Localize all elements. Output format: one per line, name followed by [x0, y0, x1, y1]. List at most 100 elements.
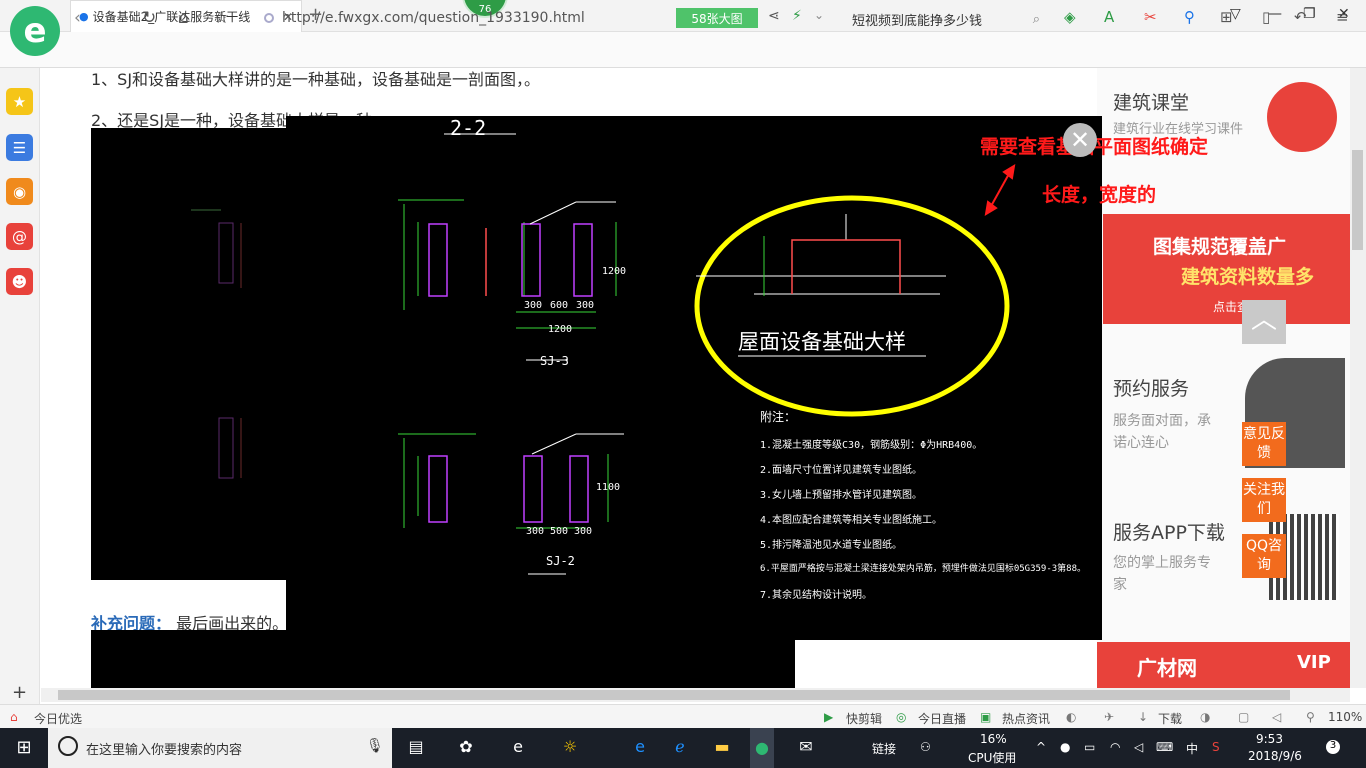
sj2-columns	[428, 455, 589, 523]
big-image-button[interactable]: 58张大图	[676, 8, 758, 28]
qq-consult-button[interactable]: QQ咨询	[1242, 534, 1286, 578]
status-bar: ⌂ 今日优选 ▶ 快剪辑 ◎ 今日直播 ▣ 热点资讯 ◐ ✈ ↓ 下载 ◑ ▢ …	[0, 704, 1366, 728]
keyboard-icon[interactable]: ⌨	[1156, 740, 1173, 754]
back-to-top-icon[interactable]: ︿	[1242, 300, 1286, 344]
service-title[interactable]: 预约服务	[1113, 374, 1189, 401]
links-label[interactable]: 链接	[872, 740, 896, 757]
viewer-close-icon[interactable]: ✕	[1063, 123, 1097, 157]
magnifier-icon[interactable]: ⚲	[1184, 8, 1195, 26]
app-title[interactable]: 服务APP下载	[1113, 518, 1225, 545]
status-item-4[interactable]: 下载	[1158, 710, 1182, 727]
forward-icon[interactable]: ›	[108, 8, 115, 28]
lightning-icon[interactable]: ⚡	[792, 8, 802, 24]
fan-app-icon[interactable]: ✿	[454, 737, 478, 759]
browser-e-icon[interactable]: e	[506, 737, 530, 759]
course-title[interactable]: 建筑课堂	[1113, 88, 1189, 115]
feedback-button[interactable]: 意见反馈	[1242, 422, 1286, 466]
edge-icon[interactable]: e	[628, 737, 652, 759]
mail-icon[interactable]: @	[6, 223, 33, 250]
task-view-icon[interactable]: ▤	[404, 737, 428, 759]
horizontal-scroll-thumb[interactable]	[58, 690, 1290, 700]
clock-time[interactable]: 9:53	[1256, 732, 1283, 746]
ad-line-1: 图集规范覆盖广	[1153, 236, 1287, 258]
search-input[interactable]: 短视频到底能挣多少钱 ⌕	[852, 8, 1040, 30]
taskbar-search[interactable]: 在这里输入你要搜索的内容 🎙	[48, 728, 392, 768]
chevron-down-icon[interactable]: ⌄	[814, 8, 824, 22]
sj3-dim-3: 300	[576, 300, 595, 311]
search-icon[interactable]: ⌕	[1033, 12, 1040, 27]
share-icon[interactable]: ⋖	[768, 8, 780, 24]
mail-app-icon[interactable]: ✉	[794, 737, 818, 759]
weather-app-icon[interactable]: ☼	[558, 737, 582, 759]
home-icon[interactable]: ⌂	[178, 8, 189, 28]
wifi-icon[interactable]: ◠	[1110, 740, 1120, 754]
sj2-dim-2: 500	[550, 526, 569, 537]
image-viewer[interactable]: 2-2 SJ-3 SJ-2 300 600 300 1200 1200 300 …	[286, 116, 1102, 640]
battery-icon[interactable]: ▭	[1084, 740, 1095, 754]
gcw-ad-vip: VIP	[1297, 652, 1331, 673]
sj2-dim-1: 300	[526, 526, 545, 537]
favorite-star-icon[interactable]: ☆	[214, 8, 229, 28]
status-item-1[interactable]: 快剪辑	[846, 710, 882, 727]
tray-chevron-icon[interactable]: ^	[1036, 740, 1046, 754]
folder-icon[interactable]: ▬	[710, 737, 734, 759]
refresh-icon[interactable]: ↻	[142, 8, 156, 28]
course-logo-icon	[1267, 82, 1337, 152]
live-icon: ◎	[896, 710, 907, 724]
undo-icon[interactable]: ↶	[1294, 8, 1307, 26]
follow-us-button[interactable]: 关注我们	[1242, 478, 1286, 522]
back-icon[interactable]: ‹	[74, 8, 81, 28]
menu-icon[interactable]: ≡	[1336, 8, 1349, 26]
taskbar-search-placeholder: 在这里输入你要搜索的内容	[86, 742, 243, 758]
sj2-label: SJ-2	[546, 554, 575, 568]
window-icon[interactable]: ▢	[1238, 710, 1249, 724]
drawing-thumb-svg	[191, 209, 242, 479]
browser-logo-icon[interactable]: e	[10, 6, 60, 56]
translate-icon[interactable]: A	[1104, 8, 1114, 26]
attached-drawing-image[interactable]	[91, 128, 291, 580]
status-item-2[interactable]: 今日直播	[918, 710, 966, 727]
status-icon-a[interactable]: ◐	[1066, 710, 1076, 724]
clock-date[interactable]: 2018/9/6	[1248, 749, 1302, 763]
resource-ad-banner[interactable]: 图集规范覆盖广 建筑资料数量多 点击查看	[1103, 214, 1350, 324]
gcw-ad-banner[interactable]: 广材网 VIP	[1097, 642, 1350, 688]
reading-mode-icon[interactable]: ▯	[1262, 8, 1270, 26]
ie-icon[interactable]: ℯ	[668, 737, 692, 759]
zoom-level[interactable]: 110%	[1328, 710, 1362, 724]
note-5: 5.排污降温池见水道专业图纸。	[760, 540, 903, 551]
vertical-scroll-thumb[interactable]	[1352, 150, 1363, 250]
annotation-line-2: 长度，宽度的	[1042, 184, 1157, 206]
ie-mode-icon[interactable]: ◑	[1200, 710, 1210, 724]
weibo-icon[interactable]: ◉	[6, 178, 33, 205]
volume-icon[interactable]: ◁	[1134, 740, 1143, 754]
sj3-dim-4: 1200	[548, 324, 573, 335]
search-text: 短视频到底能挣多少钱	[852, 13, 983, 29]
news-list-icon[interactable]: ☰	[6, 134, 33, 161]
apps-grid-icon[interactable]: ⊞	[1220, 8, 1233, 26]
active-browser-icon[interactable]: ●	[750, 728, 774, 768]
scissors-icon[interactable]: ✂	[1144, 8, 1157, 26]
roof-foundation-block	[791, 239, 901, 294]
mute-icon[interactable]: ◁	[1272, 710, 1281, 724]
mic-icon[interactable]: 🎙	[366, 738, 384, 754]
service-subtitle-1: 服务面对面，承	[1113, 413, 1211, 429]
shield-icon[interactable]: ◈	[1064, 8, 1076, 26]
tray-bell-icon[interactable]: ●	[1060, 740, 1070, 754]
windows-start-icon[interactable]: ⊞	[12, 737, 36, 759]
zoom-icon[interactable]: ⚲	[1306, 710, 1315, 724]
gcw-ad-text: 广材网	[1137, 656, 1197, 680]
sj2-dim-3: 300	[574, 526, 593, 537]
game-icon[interactable]: ☻	[6, 268, 33, 295]
sogou-icon[interactable]: S	[1212, 740, 1220, 754]
sj2-dim-4: 1100	[596, 482, 621, 493]
ime-label[interactable]: 中	[1186, 740, 1198, 757]
notification-count[interactable]: 3	[1326, 740, 1340, 754]
people-icon[interactable]: ⚇	[920, 740, 931, 754]
status-item-3[interactable]: 热点资讯	[1002, 710, 1050, 727]
left-sidebar	[0, 68, 40, 708]
today-picks-link[interactable]: 今日优选	[34, 710, 82, 727]
favorites-star-icon[interactable]: ★	[6, 88, 33, 115]
url-field[interactable]: http://e.fwxgx.com/question_1933190.html	[258, 6, 670, 30]
pin-icon[interactable]: ✈	[1104, 710, 1114, 724]
sidebar-add-icon[interactable]: +	[12, 682, 27, 703]
